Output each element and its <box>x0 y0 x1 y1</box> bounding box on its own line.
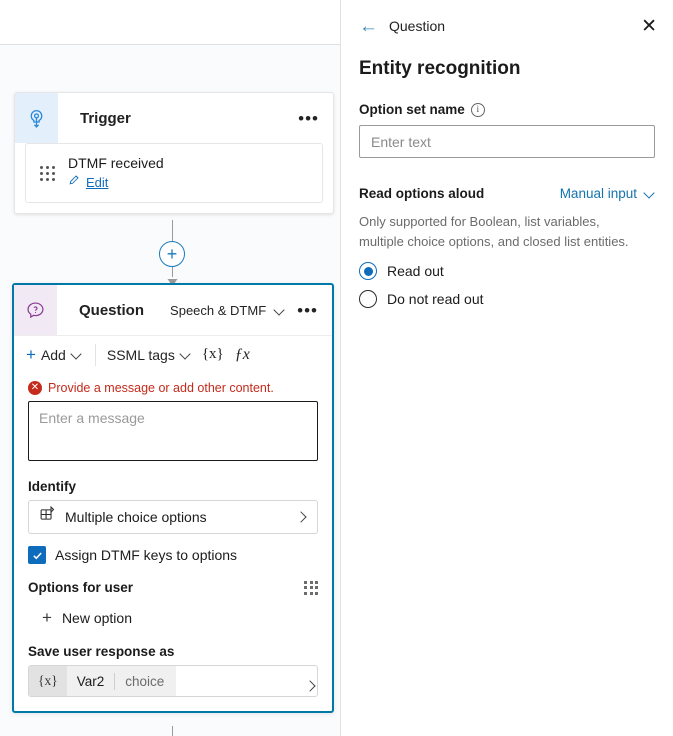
option-set-name-row: Option set name i <box>341 102 673 117</box>
connector-line-after-question <box>172 726 173 736</box>
variable-type: choice <box>125 673 165 689</box>
question-more-button[interactable]: ••• <box>293 302 322 319</box>
identify-value: Multiple choice options <box>65 509 207 525</box>
chevron-down-icon <box>644 188 655 199</box>
info-icon[interactable]: i <box>470 102 485 117</box>
question-error: ✕ Provide a message or add other content… <box>28 381 318 395</box>
identify-label: Identify <box>28 479 77 494</box>
trigger-node[interactable]: Trigger ••• DTMF received Edit <box>14 92 334 214</box>
question-toolbar: + Add SSML tags {x} ƒx <box>14 335 332 373</box>
option-set-name-label: Option set name <box>359 102 465 117</box>
save-response-label: Save user response as <box>28 644 175 659</box>
drag-grip-icon[interactable] <box>26 165 68 181</box>
trigger-node-actions: ••• <box>294 93 333 143</box>
trigger-more-button[interactable]: ••• <box>294 110 323 127</box>
dtmf-edit-row[interactable]: Edit <box>68 173 164 191</box>
formula-icon: ƒx <box>234 345 250 363</box>
multiple-choice-icon <box>39 505 56 528</box>
chevron-down-icon <box>71 349 82 360</box>
radio-read-out-label: Read out <box>387 263 444 280</box>
insert-variable-button[interactable]: {x} <box>202 346 235 363</box>
panel-title: Entity recognition <box>359 58 521 79</box>
radio-do-not-read-out[interactable]: Do not read out <box>341 290 673 309</box>
question-body: ✕ Provide a message or add other content… <box>14 373 332 711</box>
dtmf-edit-link[interactable]: Edit <box>86 175 108 190</box>
question-mode-dropdown-label[interactable]: Speech & DTMF <box>170 303 266 318</box>
radio-read-out[interactable]: Read out <box>341 262 673 281</box>
trigger-node-header: Trigger ••• <box>15 93 333 143</box>
chevron-right-icon <box>297 512 307 522</box>
panel-breadcrumb: Question <box>389 18 446 34</box>
variable-token-icon: {x} <box>29 666 67 696</box>
question-node[interactable]: Question Speech & DTMF ••• + Add SSML ta… <box>12 283 334 713</box>
radio-read-out-control[interactable] <box>359 262 377 281</box>
chevron-down-icon <box>180 349 191 360</box>
options-for-user-header: Options for user <box>28 580 318 595</box>
add-node-button[interactable]: + <box>159 241 185 267</box>
insert-formula-button[interactable]: ƒx <box>235 346 261 364</box>
dtmf-keypad-icon[interactable] <box>304 580 318 595</box>
question-node-actions: Speech & DTMF ••• <box>170 285 332 335</box>
toolbar-divider <box>94 343 96 366</box>
manual-input-label: Manual input <box>559 186 637 201</box>
ssml-tags-label: SSML tags <box>106 346 175 363</box>
dtmf-card-texts: DTMF received Edit <box>68 155 164 191</box>
back-arrow-icon[interactable]: ← <box>359 17 378 36</box>
option-set-name-input[interactable]: Enter text <box>359 125 655 158</box>
question-bubble-icon <box>14 285 57 335</box>
read-options-help-text: Only supported for Boolean, list variabl… <box>359 214 629 250</box>
message-input[interactable]: Enter a message <box>28 401 318 461</box>
panel-header: ← Question ✕ <box>341 0 673 52</box>
plus-icon: + <box>42 608 52 627</box>
error-circle-icon: ✕ <box>28 381 42 395</box>
new-option-button[interactable]: + New option <box>28 599 318 626</box>
pencil-icon <box>68 173 81 191</box>
canvas-toolbar <box>0 0 340 45</box>
dtmf-received-card[interactable]: DTMF received Edit <box>25 143 323 203</box>
identify-picker[interactable]: Multiple choice options <box>28 500 318 534</box>
ssml-tags-button[interactable]: SSML tags <box>107 347 202 363</box>
radio-do-not-read-out-control[interactable] <box>359 290 377 309</box>
options-for-user-label: Options for user <box>28 580 134 595</box>
broadcast-icon <box>15 93 58 143</box>
variable-pill[interactable]: {x} Var2 choice <box>29 666 177 696</box>
add-content-button[interactable]: + Add <box>26 346 93 363</box>
question-error-text: Provide a message or add other content. <box>48 381 274 395</box>
chevron-down-icon[interactable] <box>274 305 285 316</box>
close-icon[interactable]: ✕ <box>641 17 657 36</box>
add-content-label: Add <box>40 346 66 363</box>
connector-arrow-icon <box>167 274 178 286</box>
new-option-label: New option <box>61 609 132 626</box>
variable-token-icon: {x} <box>201 346 224 362</box>
question-node-title: Question <box>79 301 145 319</box>
dtmf-card-title: DTMF received <box>68 155 164 171</box>
manual-input-dropdown[interactable]: Manual input <box>560 186 655 201</box>
assign-dtmf-label: Assign DTMF keys to options <box>55 547 238 563</box>
app-root: Trigger ••• DTMF received Edit + Questio… <box>0 0 673 736</box>
variable-name: Var2 <box>76 673 105 689</box>
assign-dtmf-checkbox-row[interactable]: Assign DTMF keys to options <box>28 546 318 564</box>
save-response-variable-field[interactable]: {x} Var2 choice <box>28 665 318 697</box>
properties-panel: ← Question ✕ Entity recognition Option s… <box>341 0 673 736</box>
assign-dtmf-checkbox[interactable] <box>28 546 46 564</box>
flow-canvas: Trigger ••• DTMF received Edit + Questio… <box>0 0 341 736</box>
question-node-header: Question Speech & DTMF ••• <box>14 285 332 335</box>
radio-do-not-read-out-label: Do not read out <box>387 291 484 308</box>
trigger-node-title: Trigger <box>80 109 131 127</box>
read-options-aloud-row: Read options aloud Manual input <box>341 186 673 201</box>
read-options-aloud-label: Read options aloud <box>359 186 485 201</box>
plus-icon: + <box>26 345 36 364</box>
